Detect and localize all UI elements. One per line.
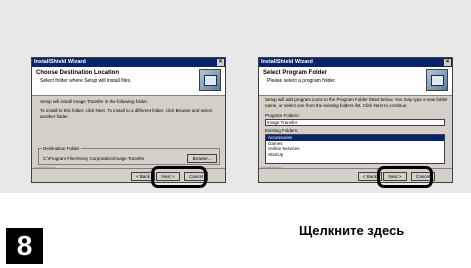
wizard-header: Choose Destination Location Select folde… bbox=[32, 67, 225, 96]
program-folder-input[interactable]: Image Transfer bbox=[265, 119, 445, 126]
browse-button[interactable]: Browse... bbox=[187, 154, 217, 163]
title-bar: InstallShield Wizard × bbox=[259, 58, 452, 67]
instruction-line-1: Setup will install Image Transfer in the… bbox=[40, 99, 149, 104]
destination-location-dialog: InstallShield Wizard × Choose Destinatio… bbox=[31, 57, 226, 183]
destination-folder-group: Destination Folder C:\Program Files\Sony… bbox=[38, 146, 220, 165]
computer-icon bbox=[426, 69, 448, 91]
existing-folders-label: Existing Folders: bbox=[265, 128, 299, 133]
close-icon[interactable]: × bbox=[217, 59, 224, 66]
list-item[interactable]: StartUp bbox=[266, 152, 444, 158]
instruction-text: Setup will add program icons to the Prog… bbox=[265, 97, 448, 108]
next-button-highlight bbox=[377, 166, 433, 188]
screenshot-panel: InstallShield Wizard × Choose Destinatio… bbox=[0, 0, 471, 193]
wizard-header: Select Program Folder Please select a pr… bbox=[259, 67, 452, 96]
header-title: Choose Destination Location bbox=[36, 70, 120, 76]
click-here-caption: Щелкните здесь bbox=[299, 223, 405, 238]
close-icon[interactable]: × bbox=[444, 59, 451, 66]
step-number-badge: 8 bbox=[6, 228, 43, 264]
instruction-line-2: To install to this folder, click Next. T… bbox=[40, 108, 213, 119]
destination-path: C:\Program Files\Sony Corporation\Image … bbox=[43, 156, 145, 161]
header-title: Select Program Folder bbox=[263, 70, 328, 76]
header-subtitle: Select folder where Setup will install f… bbox=[40, 78, 132, 84]
group-label: Destination Folder bbox=[42, 146, 81, 151]
header-subtitle: Please select a program folder. bbox=[267, 78, 336, 84]
next-button-highlight bbox=[151, 166, 207, 188]
computer-icon bbox=[199, 69, 221, 91]
program-folder-dialog: InstallShield Wizard × Select Program Fo… bbox=[258, 57, 453, 183]
window-title: InstallShield Wizard bbox=[34, 59, 86, 65]
window-title: InstallShield Wizard bbox=[261, 59, 313, 65]
existing-folders-list[interactable]: Accessories Games Online Services StartU… bbox=[265, 134, 445, 164]
title-bar: InstallShield Wizard × bbox=[32, 58, 225, 67]
program-folders-label: Program Folders: bbox=[265, 113, 300, 118]
